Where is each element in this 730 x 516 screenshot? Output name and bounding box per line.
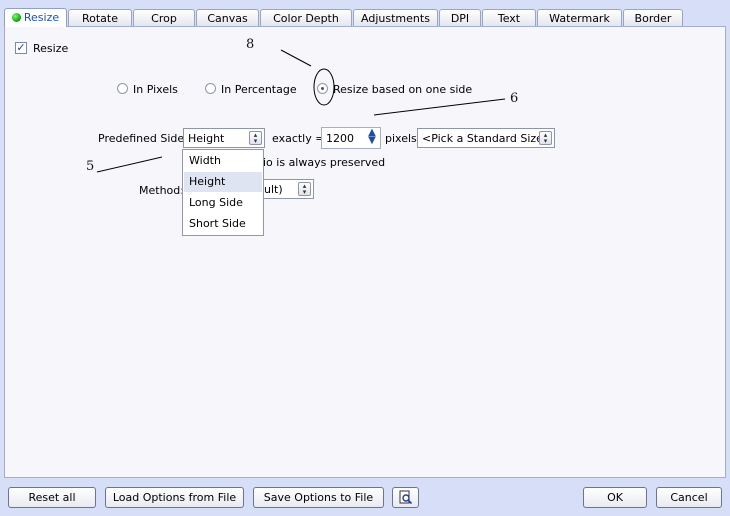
tab-rotate[interactable]: Rotate: [68, 9, 132, 26]
radio-one-side[interactable]: [317, 83, 328, 94]
radio-in-pixels[interactable]: [117, 83, 128, 94]
aspect-ratio-note: io is always preserved: [263, 156, 386, 169]
load-options-button[interactable]: Load Options from File: [105, 487, 244, 508]
radio-in-percentage-label: In Percentage: [221, 83, 297, 96]
tab-adjustments[interactable]: Adjustments: [353, 9, 438, 26]
annotation-5: 5: [86, 159, 95, 174]
predefined-side-dropdown: Width Height Long Side Short Side: [182, 149, 264, 236]
predefined-side-label: Predefined Side:: [98, 132, 188, 145]
dropdown-option-short-side[interactable]: Short Side: [184, 214, 262, 234]
resize-checkbox[interactable]: ✓: [15, 42, 27, 54]
ok-button[interactable]: OK: [583, 487, 647, 508]
footer-bar: Reset all Load Options from File Save Op…: [0, 478, 730, 516]
tab-canvas[interactable]: Canvas: [196, 9, 259, 26]
standard-size-select[interactable]: <Pick a Standard Size> ▴ ▾: [417, 128, 555, 148]
save-options-button[interactable]: Save Options to File: [253, 487, 384, 508]
exactly-label: exactly =: [272, 132, 325, 145]
spin-arrows-icon: ▴ ▾: [539, 131, 552, 145]
pixels-value: 1200: [326, 132, 354, 145]
radio-one-side-label: Resize based on one side: [333, 83, 473, 96]
radio-in-percentage[interactable]: [205, 83, 216, 94]
preview-button[interactable]: [392, 487, 419, 508]
reset-all-button[interactable]: Reset all: [8, 487, 96, 508]
method-label: Method:: [139, 184, 184, 197]
annotation-8: 8: [246, 37, 255, 52]
annotation-6: 6: [510, 91, 519, 106]
resize-checkbox-label: Resize: [33, 42, 69, 55]
dropdown-option-width[interactable]: Width: [184, 151, 262, 171]
method-value: ult): [264, 183, 283, 196]
standard-size-value: <Pick a Standard Size>: [422, 132, 553, 145]
predefined-side-select[interactable]: Height ▴ ▾: [183, 128, 265, 148]
tab-border[interactable]: Border: [623, 9, 683, 26]
spin-arrows-icon: ▴ ▾: [298, 182, 311, 196]
tab-crop[interactable]: Crop: [133, 9, 195, 26]
preview-magnifier-icon: [399, 490, 412, 505]
tab-color-depth[interactable]: Color Depth: [260, 9, 352, 26]
cancel-button[interactable]: Cancel: [656, 487, 722, 508]
radio-in-pixels-label: In Pixels: [133, 83, 178, 96]
tab-watermark[interactable]: Watermark: [537, 9, 622, 26]
pixels-stepper[interactable]: 1200 ▲ ▼: [321, 127, 381, 149]
dropdown-option-long-side[interactable]: Long Side: [184, 193, 262, 213]
spin-arrows-icon: ▴ ▾: [249, 131, 262, 145]
stepper-arrows-icon[interactable]: ▲ ▼: [366, 128, 378, 147]
resize-panel: ✓ Resize In Pixels In Percentage Resize …: [4, 26, 726, 478]
tab-dpi[interactable]: DPI: [439, 9, 481, 26]
active-indicator-icon: [11, 13, 21, 22]
dropdown-option-height[interactable]: Height: [184, 172, 262, 192]
tab-resize[interactable]: Resize: [4, 8, 67, 27]
predefined-side-value: Height: [188, 132, 225, 145]
tab-text[interactable]: Text: [482, 9, 536, 26]
pixels-label: pixels: [385, 132, 417, 145]
